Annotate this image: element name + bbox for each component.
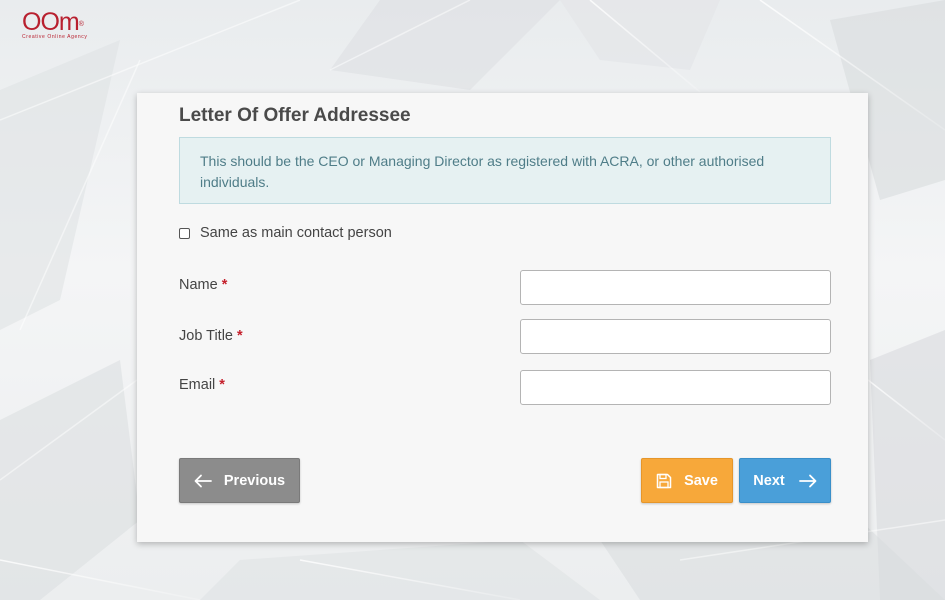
info-alert: This should be the CEO or Managing Direc… [179, 137, 831, 204]
email-label: Email * [179, 377, 225, 393]
arrow-left-icon [194, 474, 212, 488]
job-title-label: Job Title * [179, 328, 243, 344]
name-input[interactable] [520, 270, 831, 305]
form-card: Letter Of Offer Addressee This should be… [137, 93, 868, 542]
job-title-input[interactable] [520, 319, 831, 354]
next-button-label: Next [753, 472, 785, 489]
floppy-disk-icon [656, 473, 672, 489]
required-marker: * [219, 377, 225, 393]
email-input[interactable] [520, 370, 831, 405]
same-as-contact-checkbox[interactable] [179, 227, 190, 239]
same-as-contact-label[interactable]: Same as main contact person [200, 225, 392, 241]
name-label-text: Name [179, 277, 218, 293]
page-title: Letter Of Offer Addressee [179, 105, 411, 126]
job-title-label-text: Job Title [179, 328, 233, 344]
logo-wordmark: OOm [22, 8, 80, 36]
info-alert-text: This should be the CEO or Managing Direc… [200, 153, 765, 190]
name-label: Name * [179, 277, 227, 293]
arrow-right-icon [798, 474, 817, 488]
previous-button-label: Previous [223, 472, 286, 489]
email-label-text: Email [179, 377, 216, 393]
save-button-label: Save [684, 472, 718, 489]
page-background: OOm® Creative Online Agency Letter Of Of… [0, 0, 945, 600]
required-marker: * [237, 328, 243, 344]
save-button[interactable]: Save [641, 458, 733, 503]
required-marker: * [221, 277, 228, 293]
logo-tagline: Creative Online Agency [22, 34, 88, 40]
previous-button[interactable]: Previous [179, 458, 300, 503]
brand-logo[interactable]: OOm® Creative Online Agency [22, 10, 102, 42]
next-button[interactable]: Next [739, 458, 831, 503]
same-as-contact-row[interactable]: Same as main contact person [179, 225, 392, 241]
registered-mark: ® [78, 21, 84, 28]
